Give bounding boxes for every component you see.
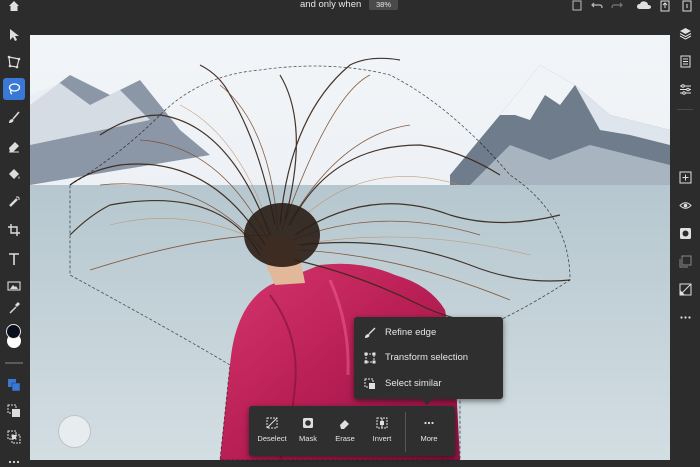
top-bar: and only when 38% [0, 0, 700, 14]
mask-label: Mask [299, 434, 317, 443]
crop-icon[interactable] [3, 219, 25, 241]
transform-icon [364, 352, 376, 364]
redo-icon[interactable] [610, 0, 624, 11]
zoom-level[interactable]: 38% [369, 0, 398, 10]
mask-icon[interactable] [676, 224, 694, 242]
share-icon[interactable] [570, 0, 584, 11]
photo-image [30, 35, 670, 460]
invert-icon [376, 417, 388, 429]
eraser-icon[interactable] [3, 135, 25, 157]
healing-icon[interactable] [3, 191, 25, 213]
eyedropper-icon[interactable] [3, 297, 25, 319]
layer-properties-icon[interactable] [676, 52, 694, 70]
cloud-icon[interactable] [636, 0, 651, 11]
add-layer-icon[interactable] [676, 168, 694, 186]
more-icon[interactable] [3, 451, 25, 467]
brush-icon [365, 327, 376, 338]
erase-icon [340, 420, 349, 429]
more-button[interactable]: More [413, 406, 445, 456]
touch-shortcut-button[interactable] [58, 415, 91, 448]
clipping-icon[interactable] [676, 252, 694, 270]
left-toolbar [0, 14, 28, 467]
photoshop-app: and only when 38% Refine edge Transform … [0, 0, 700, 467]
home-icon[interactable] [8, 0, 20, 11]
place-image-icon[interactable] [3, 275, 25, 297]
lasso-select-icon[interactable] [3, 78, 25, 100]
adjustments-icon[interactable] [676, 80, 694, 98]
selection-mode-intersect-icon[interactable] [3, 426, 25, 448]
document-canvas[interactable] [30, 35, 670, 460]
more-label: More [420, 434, 438, 443]
task-bar-divider [405, 412, 406, 452]
context-menu-pointer [421, 398, 433, 405]
menu-item-label: Select similar [385, 378, 442, 389]
foreground-color-swatch[interactable] [6, 324, 21, 339]
erase-button[interactable]: Erase [329, 406, 361, 456]
more-icon [424, 421, 434, 425]
export-icon[interactable] [658, 0, 672, 12]
undo-icon[interactable] [590, 0, 604, 11]
menu-item-refine-edge[interactable]: Refine edge [354, 321, 503, 345]
mask-icon [303, 418, 313, 428]
help-icon[interactable] [680, 0, 694, 12]
invert-label: Invert [372, 434, 392, 443]
selection-context-menu: Refine edge Transform selection Select s… [354, 317, 503, 399]
right-toolbar-divider [677, 109, 693, 110]
layers-icon[interactable] [676, 24, 694, 42]
visibility-icon[interactable] [676, 196, 694, 214]
select-similar-icon [364, 378, 375, 389]
more-icon[interactable] [676, 308, 694, 326]
right-toolbar [670, 14, 700, 467]
menu-item-transform-selection[interactable]: Transform selection [354, 346, 503, 370]
move-tool-icon[interactable] [3, 24, 25, 46]
menu-item-label: Refine edge [385, 327, 437, 338]
layer-lock-icon[interactable] [676, 280, 694, 298]
type-icon[interactable] [3, 248, 25, 270]
brush-icon[interactable] [3, 107, 25, 129]
deselect-button[interactable]: Deselect [253, 406, 291, 456]
document-title[interactable]: and only when [300, 0, 361, 10]
selection-mode-subtract-icon[interactable] [3, 400, 25, 422]
erase-label: Erase [335, 434, 355, 443]
deselect-label: Deselect [257, 434, 287, 443]
menu-item-select-similar[interactable]: Select similar [354, 372, 503, 396]
menu-item-label: Transform selection [385, 352, 469, 363]
toolbar-divider [5, 362, 23, 364]
selection-mode-add-icon[interactable] [3, 374, 25, 396]
invert-button[interactable]: Invert [366, 406, 398, 456]
contextual-task-bar: Deselect Mask Erase Invert More [249, 406, 455, 456]
mask-button[interactable]: Mask [293, 406, 323, 456]
fill-icon[interactable] [3, 163, 25, 185]
deselect-icon [266, 417, 278, 429]
transform-tool-icon[interactable] [3, 51, 25, 73]
